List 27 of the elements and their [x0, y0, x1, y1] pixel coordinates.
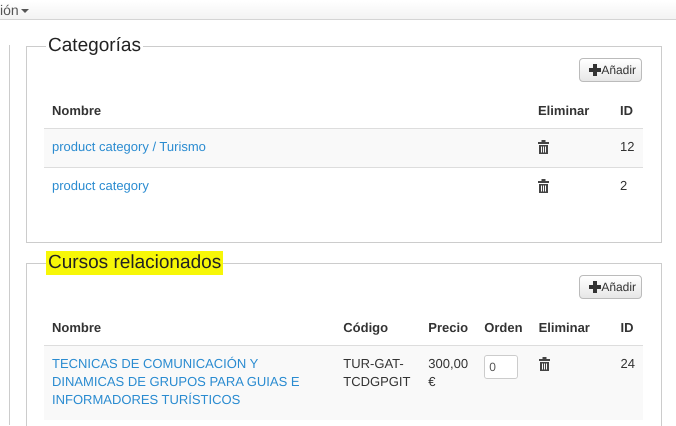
table-cell: TUR-GAT-TCDGPGIT: [343, 356, 410, 389]
column-header: ID: [620, 103, 633, 118]
trash-icon[interactable]: [538, 357, 550, 371]
section-title: Categorías: [47, 34, 142, 58]
column-header: Eliminar: [538, 103, 590, 118]
trash-icon[interactable]: [538, 179, 549, 193]
table-link[interactable]: product category: [52, 177, 522, 195]
trash-icon[interactable]: [538, 140, 549, 154]
table-cell: 2: [620, 178, 628, 193]
order-field[interactable]: 0: [484, 355, 518, 379]
column-header: Orden: [484, 320, 523, 335]
menu-link[interactable]: ión: [0, 2, 19, 18]
plus-icon: [589, 281, 602, 293]
add-button[interactable]: Añadir: [579, 58, 642, 82]
section-title: Cursos relacionados: [46, 251, 224, 275]
add-button[interactable]: Añadir: [579, 275, 642, 299]
column-header: Nombre: [52, 320, 102, 335]
table-cell: 24: [620, 356, 635, 371]
column-header: Código: [343, 320, 388, 335]
column-header: Nombre: [52, 103, 102, 118]
table-cell: 12: [620, 139, 634, 154]
column-header: ID: [620, 320, 634, 335]
table-cell: 300,00 €: [428, 356, 468, 389]
column-header: Eliminar: [538, 320, 590, 335]
plus-icon: [589, 64, 602, 76]
caret-icon: [20, 8, 29, 12]
column-header: Precio: [428, 320, 468, 335]
